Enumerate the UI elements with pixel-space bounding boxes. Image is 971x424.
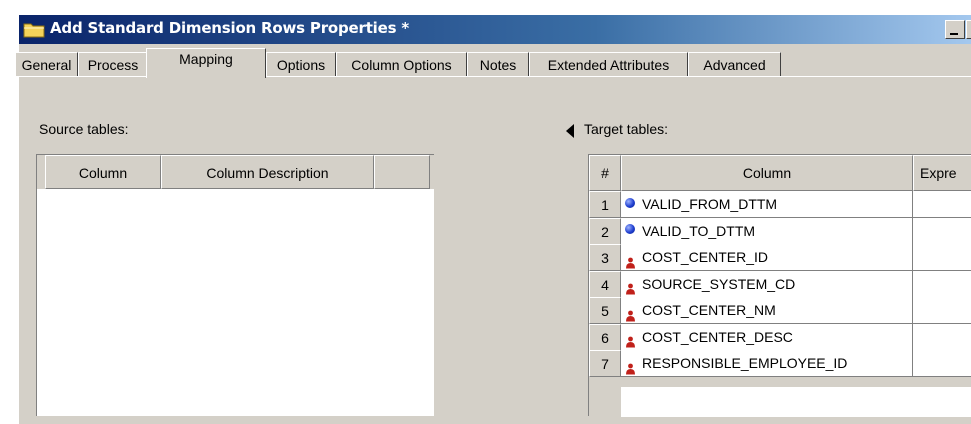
- row-number[interactable]: 6: [589, 323, 621, 351]
- column-name-text: VALID_FROM_DTTM: [642, 196, 778, 212]
- maximize-button[interactable]: [966, 20, 971, 39]
- expression-cell[interactable]: [913, 270, 971, 298]
- source-tables-label: Source tables:: [39, 121, 129, 137]
- table-row[interactable]: 2 VALID_TO_DTTM: [589, 217, 971, 245]
- red-person-icon: [625, 330, 636, 348]
- tab-process[interactable]: Process: [78, 52, 148, 76]
- column-name-cell[interactable]: COST_CENTER_ID: [621, 244, 913, 271]
- source-grid[interactable]: Column Column Description: [36, 154, 435, 416]
- expression-cell[interactable]: [913, 217, 971, 245]
- tab-extended-attributes[interactable]: Extended Attributes: [529, 52, 688, 76]
- source-extra-header[interactable]: [374, 155, 430, 189]
- row-number[interactable]: 4: [589, 270, 621, 298]
- source-grid-header: Column Column Description: [37, 155, 435, 189]
- target-num-header[interactable]: #: [589, 155, 621, 191]
- title-bar[interactable]: Add Standard Dimension Rows Properties *: [19, 15, 971, 44]
- row-number[interactable]: 2: [589, 217, 621, 245]
- column-name-cell[interactable]: RESPONSIBLE_EMPLOYEE_ID: [621, 350, 913, 377]
- table-row[interactable]: 3 COST_CENTER_ID: [589, 244, 971, 271]
- expression-cell[interactable]: [913, 297, 971, 324]
- column-name-cell[interactable]: VALID_FROM_DTTM: [621, 191, 913, 218]
- blue-dot-icon: [625, 224, 636, 235]
- row-number[interactable]: 5: [589, 297, 621, 324]
- expression-cell[interactable]: [913, 244, 971, 271]
- tab-advanced[interactable]: Advanced: [688, 52, 781, 76]
- tab-general[interactable]: General: [15, 52, 78, 76]
- target-tables-label: Target tables:: [584, 121, 669, 137]
- column-name-text: RESPONSIBLE_EMPLOYEE_ID: [642, 355, 848, 371]
- blue-dot-icon: [625, 197, 636, 209]
- expression-cell[interactable]: [913, 323, 971, 351]
- target-column-header[interactable]: Column: [621, 155, 913, 191]
- tab-mapping[interactable]: Mapping: [146, 48, 266, 78]
- column-name-text: COST_CENTER_ID: [642, 249, 769, 265]
- tab-options[interactable]: Options: [266, 52, 336, 76]
- target-expression-header[interactable]: Expre: [913, 155, 971, 191]
- red-person-icon: [625, 304, 636, 322]
- table-row[interactable]: 4 SOURCE_SYSTEM_CD: [589, 270, 971, 298]
- red-person-icon: [625, 251, 636, 269]
- column-name-text: SOURCE_SYSTEM_CD: [642, 275, 796, 292]
- minimize-button[interactable]: [945, 20, 965, 39]
- table-row[interactable]: 6 COST_CENTER_DESC: [589, 323, 971, 351]
- source-column-header[interactable]: Column: [45, 155, 161, 189]
- tab-notes[interactable]: Notes: [467, 52, 529, 76]
- table-row[interactable]: 1 VALID_FROM_DTTM: [589, 191, 971, 218]
- column-name-cell[interactable]: SOURCE_SYSTEM_CD: [621, 270, 913, 298]
- window-title: Add Standard Dimension Rows Properties *: [50, 19, 409, 37]
- red-person-icon: [625, 357, 636, 375]
- target-grid[interactable]: # Column Expre 1 VALID_FROM_DTTM 2 VALID_TO…: [588, 154, 971, 417]
- source-column-description-header[interactable]: Column Description: [161, 155, 374, 189]
- table-row[interactable]: 7 RESPONSIBLE_EMPLOYEE_ID: [589, 350, 971, 377]
- tab-column-options[interactable]: Column Options: [336, 52, 467, 76]
- column-name-cell[interactable]: COST_CENTER_NM: [621, 297, 913, 324]
- column-name-text: COST_CENTER_NM: [642, 302, 776, 318]
- folder-icon: [23, 23, 45, 38]
- column-name-text: VALID_TO_DTTM: [642, 222, 756, 239]
- expression-cell[interactable]: [913, 350, 971, 377]
- column-name-text: COST_CENTER_DESC: [642, 328, 793, 345]
- red-person-icon: [625, 277, 636, 295]
- column-name-cell[interactable]: COST_CENTER_DESC: [621, 323, 913, 351]
- row-number[interactable]: 3: [589, 244, 621, 271]
- table-row[interactable]: 5 COST_CENTER_NM: [589, 297, 971, 324]
- target-grid-header: # Column Expre: [589, 155, 971, 191]
- column-name-cell[interactable]: VALID_TO_DTTM: [621, 217, 913, 245]
- expression-cell[interactable]: [913, 191, 971, 218]
- row-number[interactable]: 1: [589, 191, 621, 218]
- row-number[interactable]: 7: [589, 350, 621, 377]
- collapse-left-arrow-icon[interactable]: [566, 124, 574, 138]
